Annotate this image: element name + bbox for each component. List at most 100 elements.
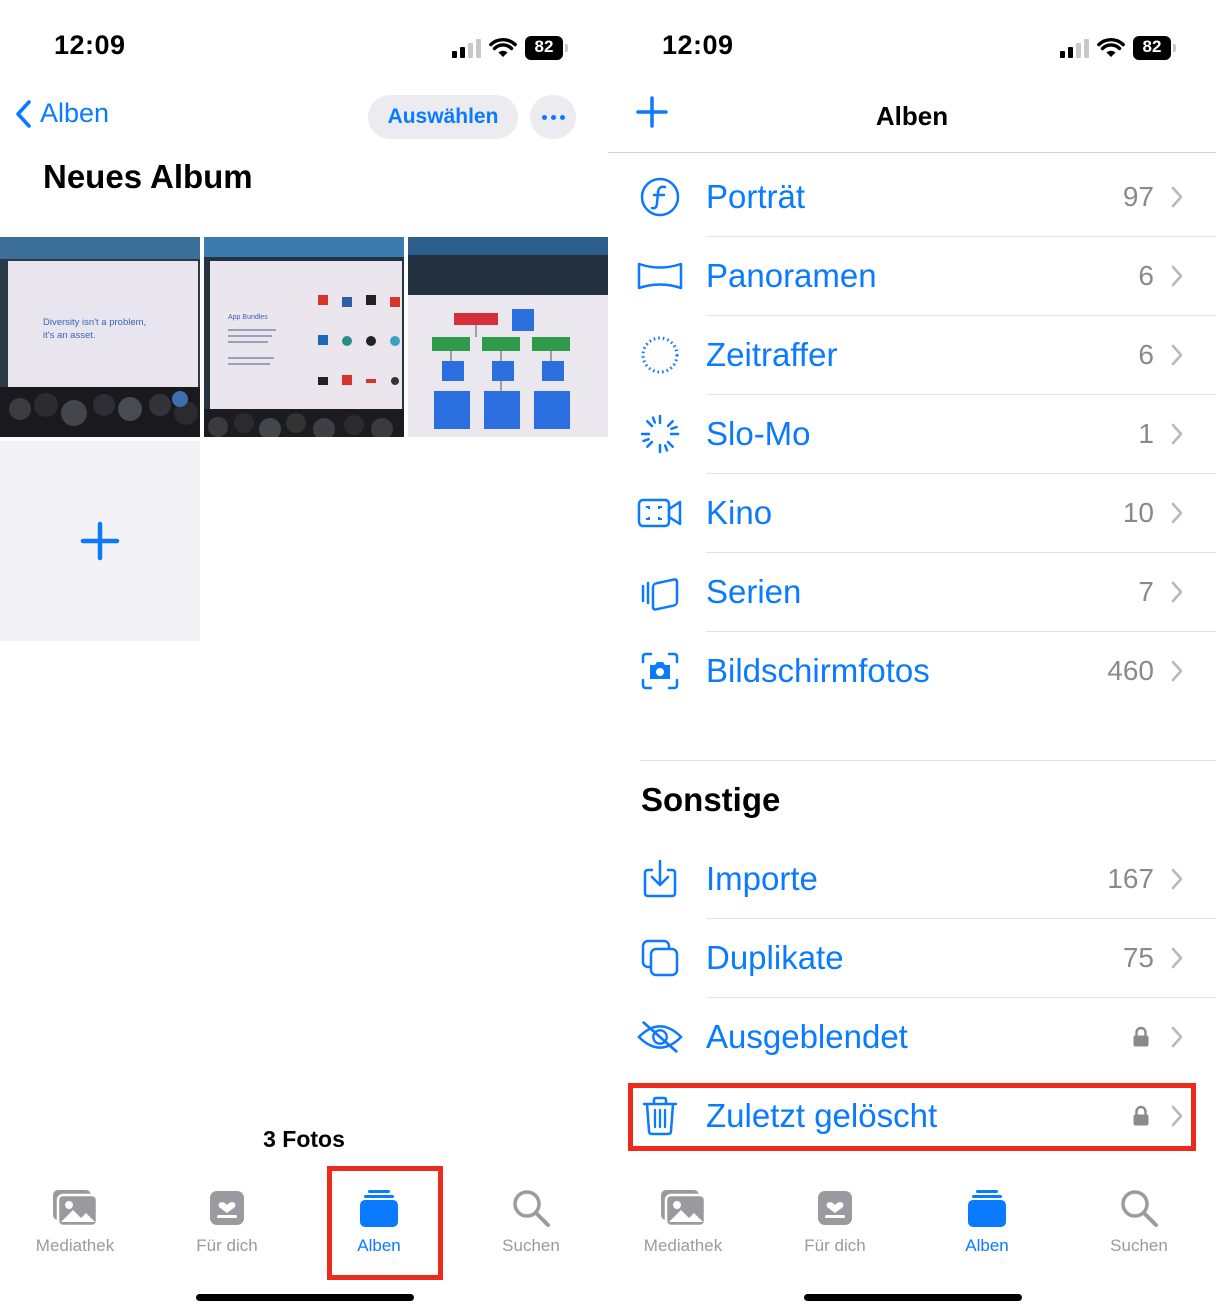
album-label: Serien <box>706 573 802 610</box>
tab-mediathek[interactable]: Mediathek <box>0 1186 150 1266</box>
highlight-box <box>327 1166 443 1280</box>
albums-icon <box>968 1190 1006 1227</box>
plus-icon <box>80 521 120 561</box>
highlight-box <box>628 1083 1196 1151</box>
right-screen: 12:09 82 Alben Porträt 97 Panoramen 6 Ze… <box>608 0 1216 1316</box>
signal-icon <box>1060 38 1089 58</box>
album-label: Porträt <box>706 178 806 215</box>
for-you-icon <box>818 1191 852 1225</box>
album-row-kino[interactable]: Kino 10 <box>608 474 1216 553</box>
tab-label: Suchen <box>502 1236 560 1255</box>
photo-library-icon <box>661 1190 707 1228</box>
battery-icon: 82 <box>1133 36 1176 60</box>
back-label: Alben <box>40 98 110 128</box>
nav-divider <box>608 152 1216 153</box>
album-row-portraet[interactable]: Porträt 97 <box>608 158 1216 237</box>
chevron-right-icon <box>1171 186 1183 208</box>
cinematic-icon <box>637 498 682 528</box>
status-time: 12:09 <box>662 30 734 60</box>
add-photo-tile[interactable] <box>0 441 200 641</box>
album-row-duplikate[interactable]: Duplikate 75 <box>608 919 1216 998</box>
album-count: 75 <box>1122 942 1154 973</box>
home-indicator <box>196 1294 414 1301</box>
status-icons: 82 <box>1060 36 1176 60</box>
album-count: 167 <box>1107 863 1154 894</box>
svg-text:it's an asset.: it's an asset. <box>43 330 96 341</box>
screenshot-icon <box>641 652 679 690</box>
for-you-icon <box>210 1191 244 1225</box>
chevron-right-icon <box>1171 423 1183 445</box>
tab-mediathek[interactable]: Mediathek <box>608 1186 758 1266</box>
chevron-right-icon <box>1171 502 1183 524</box>
album-label: Duplikate <box>706 939 844 976</box>
album-row-ausgeblendet[interactable]: Ausgeblendet <box>608 998 1216 1077</box>
tab-label: Alben <box>965 1236 1009 1255</box>
album-label: Importe <box>706 860 818 897</box>
panorama-icon <box>637 262 683 290</box>
tab-label: Suchen <box>1110 1236 1168 1255</box>
album-label: Slo-Mo <box>706 415 811 452</box>
tab-fuer-dich[interactable]: Für dich <box>152 1186 302 1266</box>
tab-label: Für dich <box>196 1236 258 1255</box>
photo-count: 3 Fotos <box>263 1126 345 1152</box>
tab-suchen[interactable]: Suchen <box>1064 1186 1214 1266</box>
album-count: 7 <box>1138 576 1154 607</box>
battery-level: 82 <box>525 36 563 60</box>
photo-thumbnail[interactable]: Diversity isn't a problem, it's an asset… <box>0 237 200 437</box>
tab-alben[interactable]: Alben <box>912 1186 1062 1266</box>
battery-level: 82 <box>1133 36 1171 60</box>
lock-icon <box>1133 1026 1149 1047</box>
section-title-sonstige: Sonstige <box>641 781 781 818</box>
photo-thumbnail[interactable] <box>408 237 608 437</box>
more-button[interactable] <box>530 95 576 139</box>
album-row-zeitraffer[interactable]: Zeitraffer 6 <box>608 316 1216 395</box>
chevron-right-icon <box>1171 947 1183 969</box>
slomo-icon <box>640 414 680 454</box>
chevron-right-icon <box>1171 660 1183 682</box>
album-count: 460 <box>1107 655 1154 686</box>
album-count: 97 <box>1122 181 1154 212</box>
import-icon <box>643 859 677 898</box>
tab-label: Mediathek <box>35 1236 115 1255</box>
album-count: 10 <box>1122 497 1154 528</box>
back-button[interactable]: Alben <box>14 98 109 129</box>
album-label: Kino <box>706 494 773 531</box>
chevron-right-icon <box>1171 581 1183 603</box>
tab-label: Mediathek <box>643 1236 723 1255</box>
chevron-left-icon <box>16 99 31 128</box>
photo-image: Diversity isn't a problem, it's an asset… <box>0 237 200 437</box>
album-row-panoramen[interactable]: Panoramen 6 <box>608 237 1216 316</box>
photo-thumbnail[interactable]: App Bundles <box>204 237 404 437</box>
album-label: Bildschirmfotos <box>706 652 930 689</box>
chevron-right-icon <box>1171 868 1183 890</box>
album-count: 6 <box>1138 339 1154 370</box>
home-indicator <box>804 1294 1022 1301</box>
status-time: 12:09 <box>54 30 126 60</box>
album-row-importe[interactable]: Importe 167 <box>608 840 1216 919</box>
ellipsis-icon <box>541 114 547 120</box>
album-row-serien[interactable]: Serien 7 <box>608 553 1216 632</box>
chevron-right-icon <box>1171 265 1183 287</box>
battery-icon: 82 <box>525 36 568 60</box>
album-row-slomo[interactable]: Slo-Mo 1 <box>608 395 1216 474</box>
search-icon <box>513 1190 550 1227</box>
tab-label: Für dich <box>804 1236 866 1255</box>
photo-image: App Bundles <box>204 237 404 437</box>
album-label: Ausgeblendet <box>706 1018 908 1055</box>
wifi-icon <box>489 37 517 57</box>
left-screen: 12:09 82 Alben Auswählen Neues Album Div <box>0 0 608 1316</box>
search-icon <box>1121 1190 1158 1227</box>
tab-fuer-dich[interactable]: Für dich <box>760 1186 910 1266</box>
section-divider <box>640 760 1216 761</box>
album-title: Neues Album <box>43 158 253 195</box>
album-label: Panoramen <box>706 257 877 294</box>
album-count: 6 <box>1138 260 1154 291</box>
album-row-bildschirmfotos[interactable]: Bildschirmfotos 460 <box>608 632 1216 711</box>
tab-suchen[interactable]: Suchen <box>456 1186 606 1266</box>
photo-image <box>408 237 608 437</box>
select-button[interactable]: Auswählen <box>368 95 518 139</box>
portrait-icon <box>640 177 680 217</box>
duplicates-icon <box>641 939 679 977</box>
wifi-icon <box>1097 37 1125 57</box>
album-label: Zeitraffer <box>706 336 838 373</box>
